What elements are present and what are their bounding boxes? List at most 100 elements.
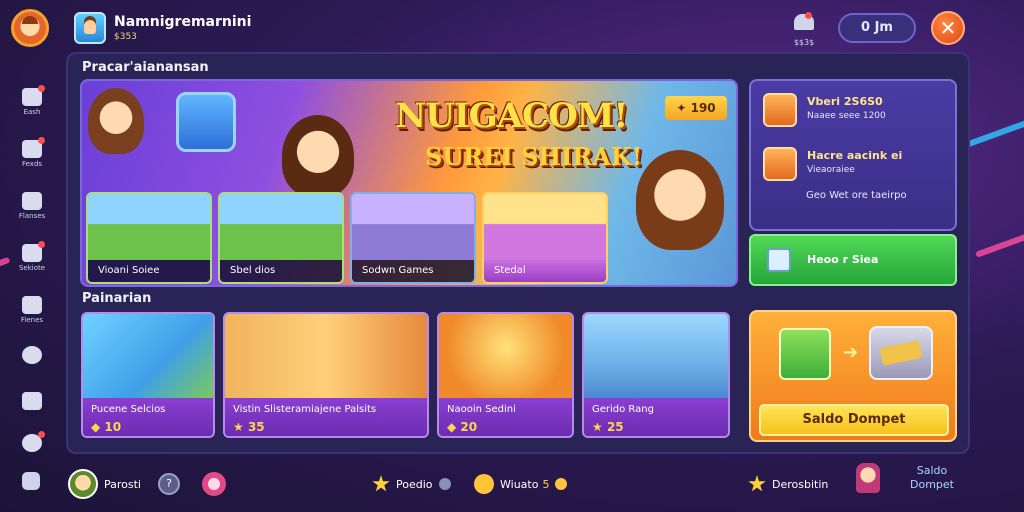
chat-bubble-icon: [22, 392, 42, 410]
bottom-item-2[interactable]: Wiuato 5: [474, 468, 568, 500]
info-row-sub: Naaee seee 1200: [807, 111, 886, 121]
sidebar-item-messages[interactable]: [14, 384, 50, 420]
product-name: Gerido Rang: [592, 404, 654, 415]
chat-icon: [202, 472, 226, 496]
product-price-value: 25: [606, 420, 624, 434]
device-icon: [767, 248, 791, 272]
gift-icon: [22, 85, 45, 106]
coin-icon: [555, 478, 568, 490]
sidebar-item-3[interactable]: Flanses: [14, 190, 50, 226]
info-note: Geo Wet ore taeirpo: [806, 190, 907, 201]
sidebar-item-label: Flanses: [18, 212, 46, 220]
sidebar-item-label: Eash: [23, 108, 41, 116]
light-streak: [0, 256, 11, 270]
sidebar-item-label: Sekiote: [18, 264, 46, 272]
avatar: [763, 93, 797, 127]
game-card[interactable]: Vioani Soiee: [86, 192, 212, 284]
sidebar-item-character[interactable]: [14, 426, 50, 462]
currency-balance[interactable]: 0 Jm: [838, 13, 916, 43]
bottom-item-1[interactable]: Poedio: [372, 468, 451, 500]
game-card-label: Sodwn Games: [352, 260, 474, 282]
profile-balance: $353: [114, 32, 137, 42]
arrow-right-icon: ➔: [843, 342, 859, 363]
sidebar-item-2[interactable]: Fexds: [14, 137, 50, 174]
product-thumbnail: [225, 314, 427, 398]
shield-icon: [22, 192, 42, 210]
edit-icon: [22, 241, 45, 262]
sidebar-item-label: Fienes: [20, 316, 44, 324]
game-card[interactable]: Sbel dios: [218, 192, 344, 284]
character-avatar: [779, 328, 831, 380]
product-card[interactable]: Naooin Sedini ◆ 20: [437, 312, 574, 438]
app-logo-icon[interactable]: [11, 9, 49, 47]
sidebar-item-4[interactable]: Sekiote: [14, 241, 50, 278]
game-console-illustration: [176, 92, 236, 152]
chat-button[interactable]: [202, 468, 226, 500]
profile-avatar[interactable]: [74, 12, 106, 44]
bottom-item-3[interactable]: Derosbitin: [748, 468, 828, 500]
notification-dot: [805, 12, 812, 19]
info-panel: Vberi 2S6S0 Naaee seee 1200 Hacre aacink…: [749, 79, 957, 231]
product-card[interactable]: Pucene Selcios ◆ 10: [81, 312, 215, 438]
notification-label: $$3$: [793, 38, 815, 47]
game-thumbnail: [220, 194, 342, 260]
character-icon: [22, 431, 45, 452]
notification-button[interactable]: $$3$: [790, 12, 818, 48]
price-tag[interactable]: ✦ 190: [665, 96, 727, 120]
product-price: ★ 25: [592, 420, 624, 434]
shield-icon: [438, 478, 451, 490]
character-icon[interactable]: [856, 463, 880, 493]
game-card[interactable]: Sodwn Games: [350, 192, 476, 284]
green-action-button[interactable]: Heoo r Siea: [749, 234, 957, 286]
product-info: Gerido Rang ★ 25: [584, 398, 728, 436]
light-streak: [975, 228, 1024, 258]
info-row-sub: Vieaoraiee: [807, 165, 855, 175]
user-chip[interactable]: Parosti: [68, 468, 141, 500]
help-icon: ?: [158, 473, 180, 495]
bottom-item-label: Poedio: [396, 477, 433, 491]
sidebar-item-5[interactable]: Fienes: [14, 294, 50, 330]
featured-section-title: Pracar'aianansan: [82, 60, 209, 75]
product-price: ◆ 20: [447, 420, 478, 434]
avatar: [68, 469, 98, 499]
wallet-card-icon: [869, 326, 933, 380]
profile-name: Namnigremarnini: [114, 14, 252, 30]
product-info: Naooin Sedini ◆ 20: [439, 398, 572, 436]
info-row-title: Vberi 2S6S0: [807, 95, 883, 108]
bell-icon: [794, 12, 814, 30]
game-thumbnail: [484, 194, 606, 260]
gear-icon: [22, 346, 42, 364]
product-card[interactable]: Vistin Slisteramiajene Palsits ★ 35: [223, 312, 429, 438]
character-illustration: [282, 115, 354, 197]
hero-subline: SUREI SHIRAK!: [425, 142, 643, 171]
game-card-label: Sbel dios: [220, 260, 342, 282]
info-row-title: Hacre aacink ei: [807, 149, 903, 162]
wallet-shortcut[interactable]: Saldo Dompet: [910, 464, 954, 492]
bottom-item-label: Wiuato: [500, 477, 539, 491]
product-thumbnail: [439, 314, 572, 398]
product-info: Vistin Slisteramiajene Palsits ★ 35: [225, 398, 427, 436]
tag-icon: [22, 296, 42, 314]
bottom-item-count: 5: [542, 477, 550, 491]
wallet-button[interactable]: Saldo Dompet: [759, 404, 949, 436]
game-card[interactable]: Stedal: [482, 192, 608, 284]
sidebar-item-label: Fexds: [21, 160, 43, 168]
user-name: Parosti: [104, 477, 141, 491]
product-info: Pucene Selcios ◆ 10: [83, 398, 213, 436]
product-price-value: 35: [247, 420, 265, 434]
product-name: Naooin Sedini: [447, 404, 516, 415]
help-button[interactable]: ?: [158, 468, 180, 500]
character-illustration: [636, 150, 724, 250]
coin-icon: [474, 474, 494, 494]
sidebar-item-1[interactable]: Eash: [14, 85, 50, 122]
character-illustration: [88, 88, 144, 154]
sidebar-item-settings[interactable]: [14, 338, 50, 374]
game-thumbnail: [352, 194, 474, 260]
green-button-label: Heoo r Siea: [807, 253, 879, 266]
hero-headline: NUIGACOM!: [395, 96, 628, 136]
product-card[interactable]: Gerido Rang ★ 25: [582, 312, 730, 438]
close-button[interactable]: ✕: [931, 11, 965, 45]
star-icon: [748, 475, 766, 492]
game-thumbnail: [88, 194, 210, 260]
product-price-value: 10: [104, 420, 122, 434]
